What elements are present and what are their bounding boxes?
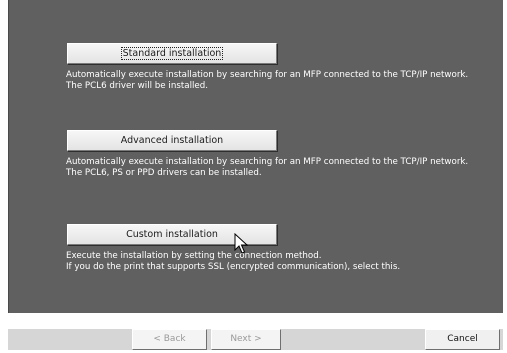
custom-installation-label: Custom installation: [126, 229, 218, 240]
standard-installation-button[interactable]: Standard installation: [67, 43, 277, 64]
navigation-bar: < Back Next > Cancel: [0, 323, 507, 353]
description-line: The PCL6 driver will be installed.: [66, 81, 209, 91]
description-line: Automatically execute installation by se…: [66, 157, 469, 167]
advanced-installation-description: Automatically execute installation by se…: [66, 157, 496, 179]
back-button[interactable]: < Back: [132, 329, 207, 350]
standard-installation-description: Automatically execute installation by se…: [66, 70, 496, 92]
installation-options-panel: Standard installation Automatically exec…: [8, 0, 503, 313]
description-line: Execute the installation by setting the …: [66, 251, 322, 261]
description-line: If you do the print that supports SSL (e…: [66, 262, 401, 272]
custom-installation-description: Execute the installation by setting the …: [66, 251, 496, 273]
advanced-installation-label: Advanced installation: [120, 135, 224, 146]
advanced-installation-button[interactable]: Advanced installation: [67, 130, 277, 151]
cancel-button[interactable]: Cancel: [425, 329, 500, 350]
next-button[interactable]: Next >: [211, 329, 281, 350]
description-line: The PCL6, PS or PPD drivers can be insta…: [66, 168, 262, 178]
standard-installation-label: Standard installation: [120, 47, 224, 60]
mouse-pointer-icon: [234, 233, 248, 254]
description-line: Automatically execute installation by se…: [66, 70, 469, 80]
